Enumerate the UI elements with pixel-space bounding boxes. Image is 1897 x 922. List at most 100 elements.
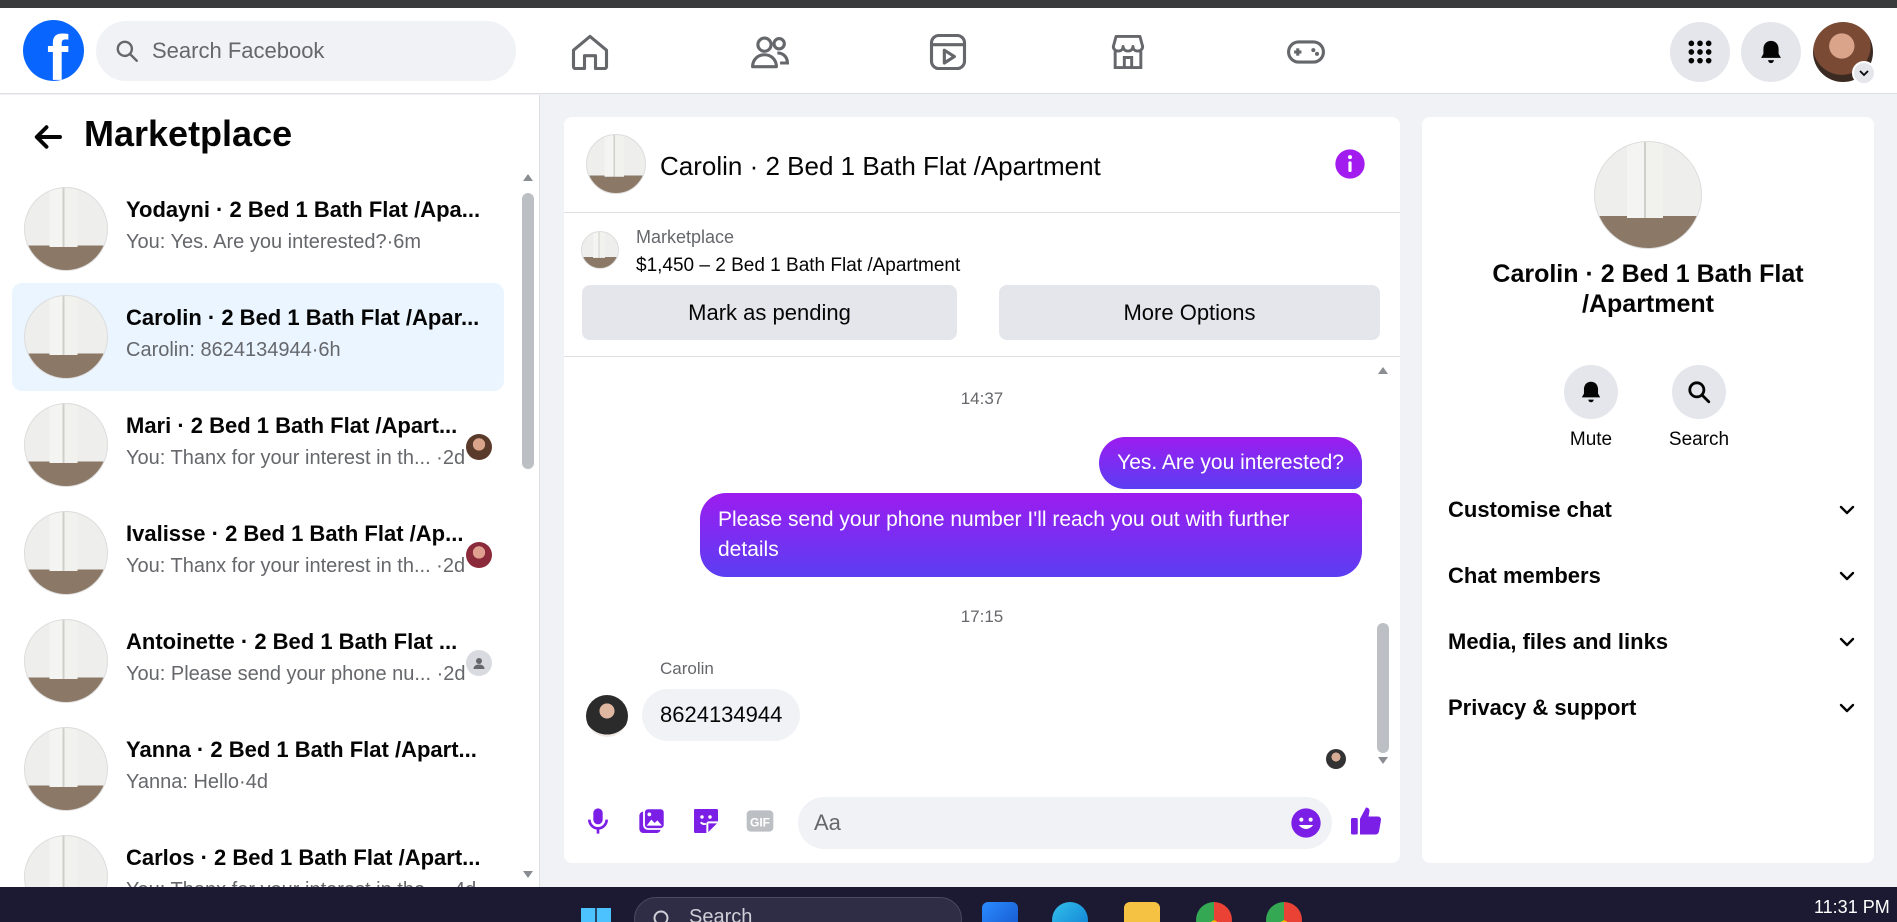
conversation-preview: You: Thanx for your interest in th... ·2… bbox=[126, 447, 466, 469]
listing-small-thumbnail bbox=[581, 231, 619, 269]
listing-thumbnail bbox=[24, 403, 108, 487]
edge-app-icon[interactable] bbox=[1052, 902, 1088, 922]
chat-scroll-up-icon[interactable] bbox=[1376, 364, 1390, 376]
details-listing-thumbnail[interactable] bbox=[1594, 141, 1702, 249]
search-facebook-input[interactable]: Search Facebook bbox=[96, 21, 516, 81]
chat-window: Carolin · 2 Bed 1 Bath Flat /Apartment M… bbox=[564, 117, 1400, 863]
chat-scrollbar-thumb[interactable] bbox=[1377, 623, 1389, 753]
conversation-item[interactable]: Yanna · 2 Bed 1 Bath Flat /Apart... Yann… bbox=[12, 715, 504, 823]
conversation-item-active[interactable]: Carolin · 2 Bed 1 Bath Flat /Apar... Car… bbox=[12, 283, 504, 391]
friends-icon[interactable] bbox=[748, 30, 792, 74]
chevron-down-icon bbox=[1839, 637, 1855, 647]
notifications-button[interactable] bbox=[1741, 22, 1801, 82]
home-icon[interactable] bbox=[568, 30, 612, 74]
default-user-icon bbox=[466, 650, 492, 676]
section-label: Privacy & support bbox=[1448, 695, 1637, 720]
search-icon bbox=[653, 910, 669, 922]
back-arrow-icon[interactable] bbox=[30, 119, 66, 155]
mark-as-pending-button[interactable]: Mark as pending bbox=[582, 285, 957, 340]
message-timestamp: 14:37 bbox=[960, 389, 1004, 408]
scroll-up-arrow-icon[interactable] bbox=[521, 171, 535, 183]
sender-avatar[interactable] bbox=[586, 695, 628, 737]
chat-header: Carolin · 2 Bed 1 Bath Flat /Apartment bbox=[564, 117, 1400, 213]
gif-icon[interactable]: GIF bbox=[744, 805, 776, 837]
bell-icon bbox=[1581, 381, 1601, 403]
chat-scroll-down-icon[interactable] bbox=[1376, 755, 1390, 767]
listing-thumbnail bbox=[24, 511, 108, 595]
scroll-down-arrow-icon[interactable] bbox=[521, 869, 535, 881]
conversation-name: Carolin · 2 Bed 1 Bath Flat /Apar... bbox=[126, 305, 480, 330]
conversation-item[interactable]: Ivalisse · 2 Bed 1 Bath Flat /Ap... You:… bbox=[12, 499, 504, 607]
conversation-item[interactable]: Antoinette · 2 Bed 1 Bath Flat ... You: … bbox=[12, 607, 504, 715]
conversation-name: Antoinette · 2 Bed 1 Bath Flat ... bbox=[126, 629, 458, 654]
conversation-name: Mari · 2 Bed 1 Bath Flat /Apart... bbox=[126, 413, 458, 438]
chevron-down-icon bbox=[1839, 505, 1855, 515]
search-in-chat-button[interactable]: Search bbox=[1654, 365, 1744, 451]
account-menu-chevron-icon[interactable] bbox=[1852, 61, 1876, 85]
conversation-preview: You: Thanx for your interest in the... ·… bbox=[126, 879, 476, 887]
conversation-preview: You: Yes. Are you interested?·6m bbox=[126, 231, 422, 253]
emoji-icon[interactable] bbox=[1290, 807, 1322, 839]
mute-label: Mute bbox=[1569, 429, 1613, 450]
taskbar-search-label: Search bbox=[689, 906, 753, 922]
section-label: Media, files and links bbox=[1448, 629, 1669, 654]
search-placeholder: Search Facebook bbox=[152, 38, 325, 63]
gaming-icon[interactable] bbox=[1284, 30, 1328, 74]
more-options-button[interactable]: More Options bbox=[999, 285, 1380, 340]
chrome-app-icon[interactable] bbox=[1196, 902, 1232, 922]
conversation-preview: You: Thanx for your interest in th... ·2… bbox=[126, 555, 466, 577]
microphone-icon[interactable] bbox=[582, 805, 614, 837]
privacy-support-section[interactable]: Privacy & support bbox=[1448, 683, 1856, 733]
listing-thumbnail bbox=[24, 619, 108, 703]
media-files-links-section[interactable]: Media, files and links bbox=[1448, 617, 1856, 667]
listing-thumbnail bbox=[24, 295, 108, 379]
chrome-profile-app-icon[interactable] bbox=[1266, 902, 1302, 922]
taskbar-search[interactable]: Search bbox=[634, 897, 962, 922]
video-icon[interactable] bbox=[926, 30, 970, 74]
taskbar-clock: 11:31 PM bbox=[1814, 897, 1890, 917]
conversation-item[interactable]: Yodayni · 2 Bed 1 Bath Flat /Apa... You:… bbox=[12, 175, 504, 283]
chat-listing-thumbnail[interactable] bbox=[586, 134, 646, 194]
sticker-icon[interactable] bbox=[690, 805, 722, 837]
marketplace-title: Marketplace bbox=[84, 113, 293, 154]
customise-chat-section[interactable]: Customise chat bbox=[1448, 485, 1856, 535]
search-icon bbox=[116, 40, 138, 62]
incoming-message[interactable]: 8624134944 bbox=[642, 689, 801, 741]
conversation-item[interactable]: Carlos · 2 Bed 1 Bath Flat /Apart... You… bbox=[12, 823, 504, 887]
conversation-item[interactable]: Mari · 2 Bed 1 Bath Flat /Apart... You: … bbox=[12, 391, 504, 499]
info-icon[interactable] bbox=[1334, 148, 1366, 180]
message-input[interactable] bbox=[798, 797, 1332, 849]
details-title: Carolin · 2 Bed 1 Bath Flat /Apartment bbox=[1492, 260, 1804, 318]
listing-price-title[interactable]: $1,450 – 2 Bed 1 Bath Flat /Apartment bbox=[636, 255, 960, 277]
file-explorer-icon[interactable] bbox=[1124, 902, 1160, 922]
seen-avatar bbox=[466, 434, 492, 460]
sidebar-scrollbar-thumb[interactable] bbox=[522, 193, 534, 469]
message-timestamp: 17:15 bbox=[960, 607, 1004, 626]
listing-thumbnail bbox=[24, 727, 108, 811]
listing-thumbnail bbox=[24, 835, 108, 887]
chat-title[interactable]: Carolin · 2 Bed 1 Bath Flat /Apartment bbox=[660, 151, 1101, 182]
menu-grid-button[interactable] bbox=[1670, 22, 1730, 82]
windows-taskbar: Search 11:31 PM bbox=[0, 887, 1897, 922]
conversation-preview: Carolin: 8624134944·6h bbox=[126, 339, 341, 361]
top-nav-bar: f Search Facebook bbox=[0, 8, 1897, 94]
photo-icon[interactable] bbox=[636, 805, 668, 837]
chat-details-panel: Carolin · 2 Bed 1 Bath Flat /Apartment M… bbox=[1422, 117, 1874, 863]
mute-button[interactable]: Mute bbox=[1546, 365, 1636, 451]
conversation-preview: You: Please send your phone nu... ·2d bbox=[126, 663, 466, 685]
facebook-logo[interactable]: f bbox=[23, 20, 84, 81]
marketplace-icon[interactable] bbox=[1106, 30, 1150, 74]
search-label: Search bbox=[1668, 429, 1730, 450]
conversation-name: Yanna · 2 Bed 1 Bath Flat /Apart... bbox=[126, 737, 477, 762]
section-label: Customise chat bbox=[1448, 497, 1612, 522]
chat-members-section[interactable]: Chat members bbox=[1448, 551, 1856, 601]
thumbs-up-icon[interactable] bbox=[1348, 803, 1384, 839]
conversation-preview: Yanna: Hello·4d bbox=[126, 771, 268, 793]
outgoing-message[interactable]: Please send your phone number I'll reach… bbox=[700, 493, 1362, 577]
sender-name: Carolin bbox=[660, 659, 714, 678]
store-app-icon[interactable] bbox=[982, 902, 1018, 922]
windows-start-icon[interactable] bbox=[578, 905, 614, 922]
conversation-name: Ivalisse · 2 Bed 1 Bath Flat /Ap... bbox=[126, 521, 464, 546]
message-composer: GIF bbox=[564, 789, 1400, 863]
outgoing-message[interactable]: Yes. Are you interested? bbox=[1099, 437, 1362, 489]
